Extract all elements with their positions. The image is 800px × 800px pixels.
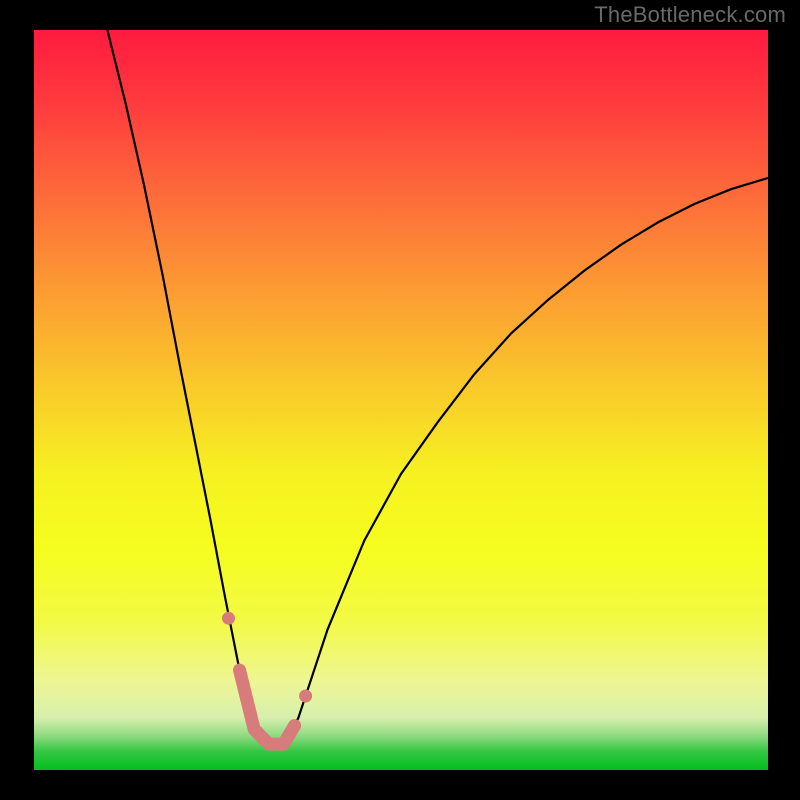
valley-dot (222, 612, 235, 625)
outer-frame: TheBottleneck.com (0, 0, 800, 800)
watermark-text: TheBottleneck.com (594, 2, 786, 28)
curve-layer (34, 30, 768, 770)
plot-area (34, 30, 768, 770)
valley-dot (299, 690, 312, 703)
valley-highlight-dots (222, 612, 312, 703)
valley-highlight-stroke (240, 670, 295, 744)
bottleneck-curve (107, 30, 768, 744)
